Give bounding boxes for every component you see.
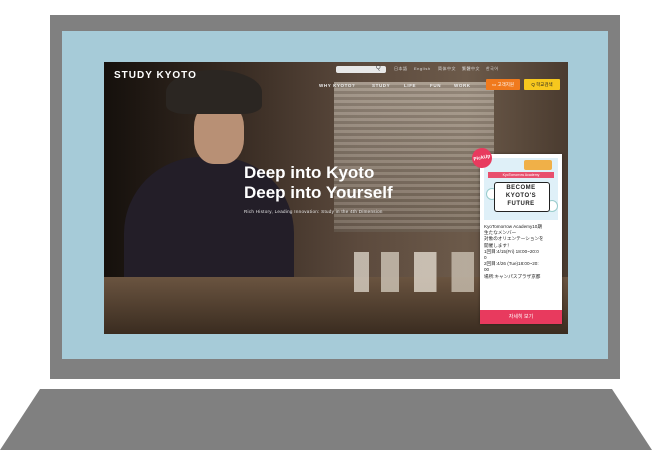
nav-item-work[interactable]: WORK [454,83,471,88]
banner-line-3: FUTURE [507,201,535,207]
pickup-popup[interactable]: KyoTomorrow Academy BECOME KYOTO'S FUTUR… [480,154,562,324]
search-icon[interactable]: Q [376,65,381,71]
popup-banner-image[interactable]: KyoTomorrow Academy BECOME KYOTO'S FUTUR… [484,158,558,220]
banner-decoration [524,160,552,170]
nav-item-fun[interactable]: FUN [430,83,441,88]
school-search-button[interactable]: Q 학교검색 [524,79,560,90]
laptop-base [0,389,652,450]
lang-link-japanese[interactable]: 日本語 [394,66,408,72]
lang-link-korean[interactable]: 한국어 [486,66,499,72]
hero-subtitle: Rich History, Leading Innovation: Study … [244,209,383,214]
nav-item-study[interactable]: STUDY [372,83,390,88]
hero-title-line2: Deep into Yourself [244,183,393,202]
hero-title-line1: Deep into Kyoto [244,163,375,182]
site-logo[interactable]: STUDY KYOTO [114,70,197,81]
banner-headline: BECOME KYOTO'S FUTURE [494,184,548,208]
nav-item-life[interactable]: LIFE [404,83,416,88]
banner-line-2: KYOTO'S [505,193,537,199]
popup-line: 場所:キャンパスプラザ京都 [484,273,541,279]
lang-link-traditional-chinese[interactable]: 繁體中文 [462,66,480,72]
popup-details-button[interactable]: 자세히 보기 [480,310,562,324]
support-button[interactable]: ▭ 고객지원 [486,79,520,90]
lang-link-simplified-chinese[interactable]: 简体中文 [438,66,456,72]
popup-description: KyoTomorrow Academy10期 生たなメンバー 対象のオリエンテー… [484,224,558,280]
lang-link-english[interactable]: English [414,66,431,71]
banner-ribbon: KyoTomorrow Academy [488,172,554,178]
website-screenshot: STUDY KYOTO Q 日本語 English 简体中文 繁體中文 한국어 … [104,62,568,334]
nav-item-why-kyoto[interactable]: WHY KYOTO? [319,83,355,88]
banner-line-1: BECOME [506,185,536,191]
